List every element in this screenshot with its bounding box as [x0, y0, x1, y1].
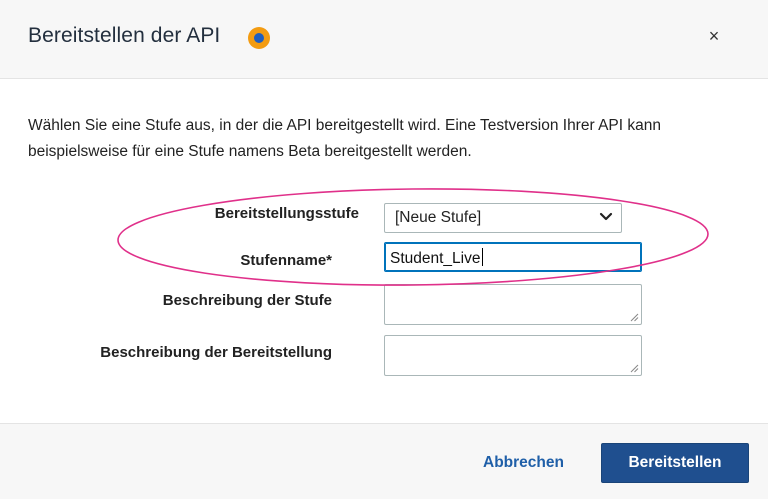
dialog-title: Bereitstellen der API — [28, 24, 221, 47]
dialog-header: Bereitstellen der API × — [0, 0, 768, 79]
close-icon[interactable]: × — [704, 26, 724, 46]
stage-description-textarea[interactable] — [384, 284, 642, 325]
deploy-button-label: Bereitstellen — [628, 454, 722, 471]
stage-select[interactable]: [Neue Stufe] — [384, 203, 622, 233]
text-caret — [481, 248, 483, 266]
intro-text: Wählen Sie eine Stufe aus, in der die AP… — [28, 117, 661, 160]
info-dot-icon[interactable] — [248, 27, 270, 49]
deployment-description-label: Beschreibung der Bereitstellung — [100, 344, 332, 361]
stage-name-label: Stufenname* — [240, 252, 332, 269]
resize-handle-icon[interactable] — [630, 364, 639, 373]
chevron-down-icon — [599, 212, 613, 221]
resize-handle-icon[interactable] — [630, 313, 639, 322]
stage-name-input[interactable]: Student_Live — [384, 242, 642, 272]
deployment-description-textarea[interactable] — [384, 335, 642, 376]
deploy-api-dialog: Bereitstellen der API × Wählen Sie eine … — [0, 0, 768, 499]
stage-label: Bereitstellungsstufe — [214, 205, 359, 222]
deploy-button[interactable]: Bereitstellen — [601, 443, 749, 483]
cancel-button[interactable]: Abbrechen — [483, 454, 564, 472]
stage-name-value: Student_Live — [390, 250, 481, 267]
stage-description-label: Beschreibung der Stufe — [162, 292, 332, 309]
stage-select-value: [Neue Stufe] — [395, 209, 482, 226]
